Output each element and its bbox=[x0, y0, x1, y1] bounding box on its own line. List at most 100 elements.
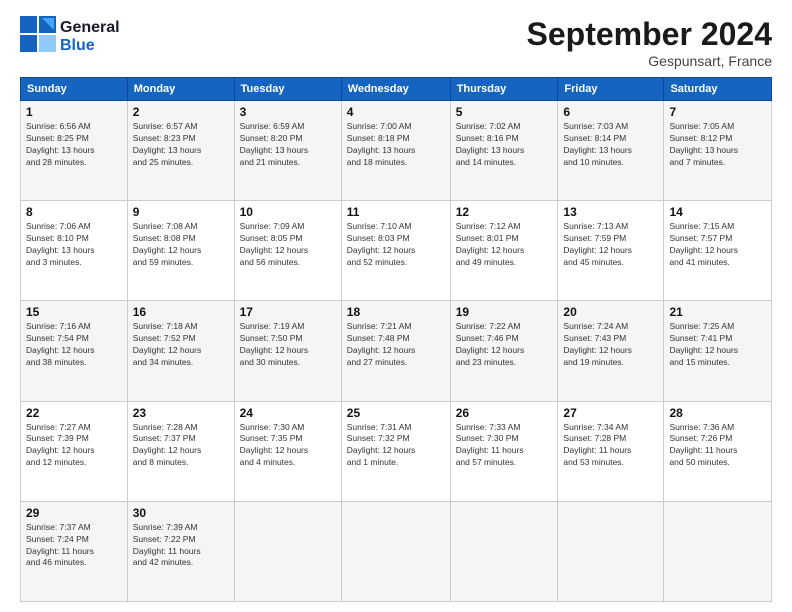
day-number: 14 bbox=[669, 205, 766, 219]
location-subtitle: Gespunsart, France bbox=[527, 53, 772, 69]
day-info: Sunrise: 7:12 AM Sunset: 8:01 PM Dayligh… bbox=[456, 221, 553, 269]
day-number: 2 bbox=[133, 105, 229, 119]
calendar-week-row: 22Sunrise: 7:27 AM Sunset: 7:39 PM Dayli… bbox=[21, 401, 772, 501]
day-number: 23 bbox=[133, 406, 229, 420]
calendar-cell: 29Sunrise: 7:37 AM Sunset: 7:24 PM Dayli… bbox=[21, 501, 128, 601]
calendar-cell: 8 Sunrise: 7:06 AM Sunset: 8:10 PM Daylig… bbox=[21, 201, 128, 301]
day-number: 15 bbox=[26, 305, 122, 319]
day-info: Sunrise: 7:31 AM Sunset: 7:32 PM Dayligh… bbox=[347, 422, 445, 470]
day-info: Sunrise: 7:13 AM Sunset: 7:59 PM Dayligh… bbox=[563, 221, 658, 269]
day-number: 17 bbox=[240, 305, 336, 319]
day-number: 25 bbox=[347, 406, 445, 420]
day-number: 24 bbox=[240, 406, 336, 420]
calendar-cell: 2 Sunrise: 6:57 AM Sunset: 8:23 PM Daylig… bbox=[127, 101, 234, 201]
day-info: Sunrise: 6:59 AM Sunset: 8:20 PM Dayligh… bbox=[240, 121, 336, 169]
day-number: 5 bbox=[456, 105, 553, 119]
calendar-cell: 17Sunrise: 7:19 AM Sunset: 7:50 PM Dayli… bbox=[234, 301, 341, 401]
calendar-cell: 13 Sunrise: 7:13 AM Sunset: 7:59 PM Dayli… bbox=[558, 201, 664, 301]
calendar-cell: 19 Sunrise: 7:22 AM Sunset: 7:46 PM Dayli… bbox=[450, 301, 558, 401]
col-saturday: Saturday bbox=[664, 78, 772, 101]
day-number: 30 bbox=[133, 506, 229, 520]
calendar-cell: 30 Sunrise: 7:39 AM Sunset: 7:22 PM Dayli… bbox=[127, 501, 234, 601]
calendar-cell: 9 Sunrise: 7:08 AM Sunset: 8:08 PM Daylig… bbox=[127, 201, 234, 301]
header: General Blue September 2024 Gespunsart, … bbox=[20, 16, 772, 69]
day-info: Sunrise: 7:18 AM Sunset: 7:52 PM Dayligh… bbox=[133, 321, 229, 369]
day-info: Sunrise: 6:57 AM Sunset: 8:23 PM Dayligh… bbox=[133, 121, 229, 169]
day-info: Sunrise: 7:37 AM Sunset: 7:24 PM Dayligh… bbox=[26, 522, 122, 570]
calendar-cell: 24 Sunrise: 7:30 AM Sunset: 7:35 PM Dayli… bbox=[234, 401, 341, 501]
calendar-cell: 3 Sunrise: 6:59 AM Sunset: 8:20 PM Daylig… bbox=[234, 101, 341, 201]
day-info: Sunrise: 7:00 AM Sunset: 8:18 PM Dayligh… bbox=[347, 121, 445, 169]
calendar-cell bbox=[341, 501, 450, 601]
calendar-week-row: 1 Sunrise: 6:56 AM Sunset: 8:25 PM Daylig… bbox=[21, 101, 772, 201]
calendar-cell: 18 Sunrise: 7:21 AM Sunset: 7:48 PM Dayli… bbox=[341, 301, 450, 401]
calendar-cell bbox=[558, 501, 664, 601]
calendar-cell: 16Sunrise: 7:18 AM Sunset: 7:52 PM Dayli… bbox=[127, 301, 234, 401]
calendar-cell: 21Sunrise: 7:25 AM Sunset: 7:41 PM Dayli… bbox=[664, 301, 772, 401]
calendar-cell: 25 Sunrise: 7:31 AM Sunset: 7:32 PM Dayli… bbox=[341, 401, 450, 501]
calendar-week-row: 29Sunrise: 7:37 AM Sunset: 7:24 PM Dayli… bbox=[21, 501, 772, 601]
day-number: 19 bbox=[456, 305, 553, 319]
day-info: Sunrise: 7:03 AM Sunset: 8:14 PM Dayligh… bbox=[563, 121, 658, 169]
day-number: 7 bbox=[669, 105, 766, 119]
calendar-cell: 11 Sunrise: 7:10 AM Sunset: 8:03 PM Dayli… bbox=[341, 201, 450, 301]
day-info: Sunrise: 7:22 AM Sunset: 7:46 PM Dayligh… bbox=[456, 321, 553, 369]
day-number: 10 bbox=[240, 205, 336, 219]
day-info: Sunrise: 7:33 AM Sunset: 7:30 PM Dayligh… bbox=[456, 422, 553, 470]
day-number: 9 bbox=[133, 205, 229, 219]
day-number: 11 bbox=[347, 205, 445, 219]
day-number: 12 bbox=[456, 205, 553, 219]
col-thursday: Thursday bbox=[450, 78, 558, 101]
day-number: 28 bbox=[669, 406, 766, 420]
calendar-cell: 14Sunrise: 7:15 AM Sunset: 7:57 PM Dayli… bbox=[664, 201, 772, 301]
calendar-week-row: 8 Sunrise: 7:06 AM Sunset: 8:10 PM Daylig… bbox=[21, 201, 772, 301]
day-number: 18 bbox=[347, 305, 445, 319]
logo-blue: Blue bbox=[60, 37, 120, 55]
day-number: 3 bbox=[240, 105, 336, 119]
day-number: 1 bbox=[26, 105, 122, 119]
day-info: Sunrise: 7:10 AM Sunset: 8:03 PM Dayligh… bbox=[347, 221, 445, 269]
calendar-cell: 15 Sunrise: 7:16 AM Sunset: 7:54 PM Dayli… bbox=[21, 301, 128, 401]
day-info: Sunrise: 7:21 AM Sunset: 7:48 PM Dayligh… bbox=[347, 321, 445, 369]
day-info: Sunrise: 7:25 AM Sunset: 7:41 PM Dayligh… bbox=[669, 321, 766, 369]
calendar-cell: 23 Sunrise: 7:28 AM Sunset: 7:37 PM Dayli… bbox=[127, 401, 234, 501]
day-info: Sunrise: 7:08 AM Sunset: 8:08 PM Dayligh… bbox=[133, 221, 229, 269]
calendar-cell bbox=[234, 501, 341, 601]
calendar-cell bbox=[450, 501, 558, 601]
month-title: September 2024 bbox=[527, 16, 772, 53]
calendar-cell: 20Sunrise: 7:24 AM Sunset: 7:43 PM Dayli… bbox=[558, 301, 664, 401]
day-info: Sunrise: 7:30 AM Sunset: 7:35 PM Dayligh… bbox=[240, 422, 336, 470]
day-info: Sunrise: 6:56 AM Sunset: 8:25 PM Dayligh… bbox=[26, 121, 122, 169]
day-info: Sunrise: 7:28 AM Sunset: 7:37 PM Dayligh… bbox=[133, 422, 229, 470]
calendar-cell: 22Sunrise: 7:27 AM Sunset: 7:39 PM Dayli… bbox=[21, 401, 128, 501]
day-info: Sunrise: 7:24 AM Sunset: 7:43 PM Dayligh… bbox=[563, 321, 658, 369]
day-info: Sunrise: 7:06 AM Sunset: 8:10 PM Dayligh… bbox=[26, 221, 122, 269]
col-sunday: Sunday bbox=[21, 78, 128, 101]
day-info: Sunrise: 7:16 AM Sunset: 7:54 PM Dayligh… bbox=[26, 321, 122, 369]
header-row: Sunday Monday Tuesday Wednesday Thursday… bbox=[21, 78, 772, 101]
day-info: Sunrise: 7:09 AM Sunset: 8:05 PM Dayligh… bbox=[240, 221, 336, 269]
calendar-cell: 27Sunrise: 7:34 AM Sunset: 7:28 PM Dayli… bbox=[558, 401, 664, 501]
day-number: 4 bbox=[347, 105, 445, 119]
calendar-cell: 4 Sunrise: 7:00 AM Sunset: 8:18 PM Daylig… bbox=[341, 101, 450, 201]
calendar-body: 1 Sunrise: 6:56 AM Sunset: 8:25 PM Daylig… bbox=[21, 101, 772, 602]
col-friday: Friday bbox=[558, 78, 664, 101]
calendar-table: Sunday Monday Tuesday Wednesday Thursday… bbox=[20, 77, 772, 602]
calendar-cell: 10 Sunrise: 7:09 AM Sunset: 8:05 PM Dayli… bbox=[234, 201, 341, 301]
calendar-cell: 28Sunrise: 7:36 AM Sunset: 7:26 PM Dayli… bbox=[664, 401, 772, 501]
day-info: Sunrise: 7:39 AM Sunset: 7:22 PM Dayligh… bbox=[133, 522, 229, 570]
day-number: 8 bbox=[26, 205, 122, 219]
calendar-week-row: 15 Sunrise: 7:16 AM Sunset: 7:54 PM Dayli… bbox=[21, 301, 772, 401]
col-tuesday: Tuesday bbox=[234, 78, 341, 101]
calendar-cell: 26Sunrise: 7:33 AM Sunset: 7:30 PM Dayli… bbox=[450, 401, 558, 501]
calendar-cell bbox=[664, 501, 772, 601]
day-number: 6 bbox=[563, 105, 658, 119]
calendar-cell: 5Sunrise: 7:02 AM Sunset: 8:16 PM Daylig… bbox=[450, 101, 558, 201]
day-number: 13 bbox=[563, 205, 658, 219]
calendar-cell: 7 Sunrise: 7:05 AM Sunset: 8:12 PM Daylig… bbox=[664, 101, 772, 201]
calendar-header: Sunday Monday Tuesday Wednesday Thursday… bbox=[21, 78, 772, 101]
col-monday: Monday bbox=[127, 78, 234, 101]
logo: General Blue bbox=[20, 16, 120, 57]
day-info: Sunrise: 7:05 AM Sunset: 8:12 PM Dayligh… bbox=[669, 121, 766, 169]
day-info: Sunrise: 7:27 AM Sunset: 7:39 PM Dayligh… bbox=[26, 422, 122, 470]
